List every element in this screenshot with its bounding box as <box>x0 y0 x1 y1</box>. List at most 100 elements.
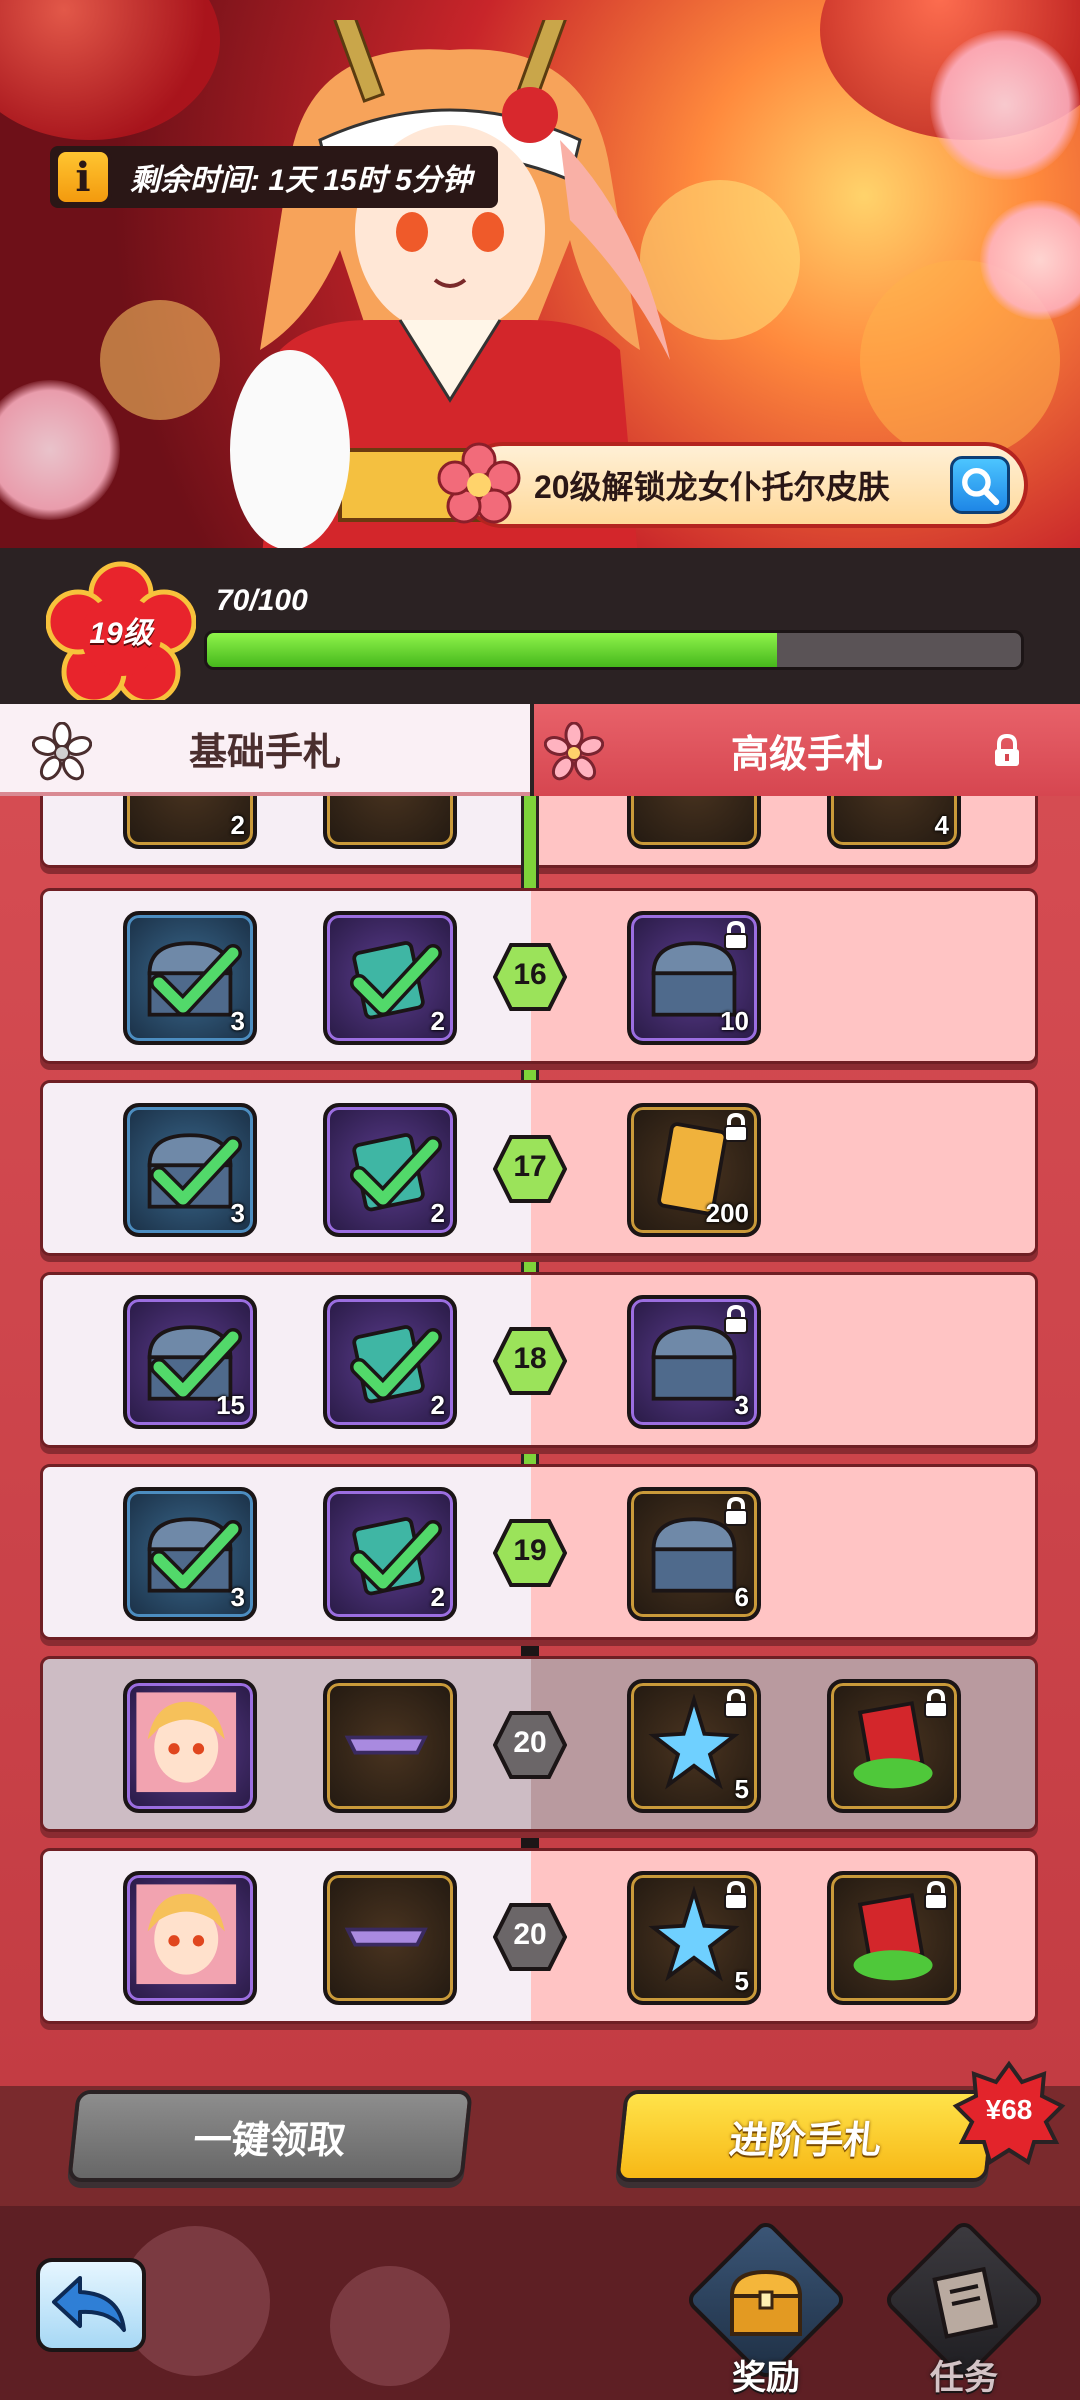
basic-reward-lane <box>43 1275 531 1445</box>
treasure-chest-icon <box>729 2269 803 2336</box>
purple-treasure-chest-icon[interactable]: 10 <box>627 911 761 1045</box>
info-icon[interactable]: i <box>54 148 112 206</box>
claimed-check-icon <box>150 1136 242 1208</box>
tab-basic-journal[interactable]: 基础手札 <box>0 704 530 796</box>
claimed-check-icon <box>150 1520 242 1592</box>
reward-quantity: 5 <box>734 1774 749 1804</box>
reward-quantity: 10 <box>720 1006 749 1036</box>
purple-frame-icon[interactable] <box>323 1871 457 2005</box>
tab-basic-label: 基础手札 <box>188 731 341 774</box>
time-remaining-text: 剩余时间: 1天 15时 5分钟 <box>130 164 472 197</box>
claimed-check-icon <box>350 1520 442 1592</box>
event-hero-banner: i 剩余时间: 1天 15时 5分钟 20级解锁龙女仆托尔皮肤 <box>0 0 1080 560</box>
basic-reward-lane <box>43 1467 531 1637</box>
reward-quantity: 2 <box>430 1198 445 1228</box>
reward-quantity: 2 <box>430 1582 445 1612</box>
gold-treasure-chest-icon[interactable]: 6 <box>627 1487 761 1621</box>
reward-quantity: 3 <box>734 1390 749 1420</box>
teal-ticket-icon[interactable]: 2 <box>323 1295 457 1429</box>
lock-icon <box>724 1689 748 1718</box>
reward-quantity: 15 <box>216 1390 245 1420</box>
back-button[interactable] <box>36 2258 146 2352</box>
claim-all-button[interactable]: 一键领取 <box>67 2090 473 2182</box>
reward-quantity: 200 <box>705 1198 749 1228</box>
lock-icon <box>924 1689 948 1718</box>
partial-basic-reward-icon-2[interactable] <box>323 796 457 849</box>
lock-icon <box>724 1113 748 1142</box>
level-node-label: 19 <box>513 1534 547 1567</box>
nav-rewards[interactable]: 奖励 <box>683 2217 849 2400</box>
level-node-label: 17 <box>513 1150 547 1183</box>
basic-reward-lane <box>43 1083 531 1253</box>
level-node-label: 20 <box>513 1918 547 1951</box>
tohru-avatar-icon[interactable] <box>123 1871 257 2005</box>
partial-premium-reward-icon-2[interactable]: 4 <box>827 796 961 849</box>
level-node-19: 19 <box>492 1518 568 1588</box>
lock-icon <box>724 1497 748 1526</box>
claimed-check-icon <box>350 1136 442 1208</box>
partial-basic-reward-icon[interactable]: 2 <box>123 796 257 849</box>
red-envelope-icon[interactable] <box>827 1679 961 1813</box>
reward-quantity: 3 <box>230 1582 245 1612</box>
level-node-20: 20 <box>492 1710 568 1780</box>
reward-quantity: 2 <box>430 1006 445 1036</box>
teal-ticket-icon[interactable]: 2 <box>323 1103 457 1237</box>
purple-frame-icon[interactable] <box>323 1679 457 1813</box>
claimed-check-icon <box>350 1328 442 1400</box>
red-envelope-icon[interactable] <box>827 1871 961 2005</box>
premium-reward-lane <box>531 1083 1035 1253</box>
lock-icon <box>724 1881 748 1910</box>
premium-reward-lane <box>531 1275 1035 1445</box>
lock-icon <box>724 1305 748 1334</box>
reward-quantity: 2 <box>430 1390 445 1420</box>
claim-all-label: 一键领取 <box>191 2119 348 2162</box>
nav-tasks-label: 任务 <box>930 2359 998 2397</box>
claimed-check-icon <box>150 944 242 1016</box>
reward-quantity: 5 <box>734 1966 749 1996</box>
level-node-16: 16 <box>492 942 568 1012</box>
blue-mystery-chest-icon[interactable]: 3 <box>123 1487 257 1621</box>
teal-ticket-icon[interactable]: 2 <box>323 911 457 1045</box>
tab-premium-journal[interactable]: 高级手札 <box>530 704 1080 796</box>
blue-star-icon[interactable]: 5 <box>627 1679 761 1813</box>
event-timer: i 剩余时间: 1天 15时 5分钟 <box>50 146 498 208</box>
level-node-20: 20 <box>492 1902 568 1972</box>
purple-mystery-chest-icon[interactable]: 15 <box>123 1295 257 1429</box>
blue-star-icon[interactable]: 5 <box>627 1871 761 2005</box>
scroll-icon <box>932 2266 999 2339</box>
pink-flower-icon <box>544 722 604 781</box>
blue-mystery-chest-icon[interactable]: 3 <box>123 1103 257 1237</box>
premium-reward-lane <box>531 891 1035 1061</box>
partial-premium-reward-icon[interactable] <box>627 796 761 849</box>
claimed-check-icon <box>350 944 442 1016</box>
lock-icon <box>724 921 748 950</box>
gold-card-icon[interactable]: 200 <box>627 1103 761 1237</box>
search-icon[interactable] <box>950 456 1010 514</box>
reward-quantity: 3 <box>230 1198 245 1228</box>
xp-text: 70/100 <box>216 584 308 617</box>
price-badge[interactable]: ¥68 <box>952 2060 1066 2166</box>
back-arrow-icon <box>52 2276 126 2332</box>
lock-icon <box>995 734 1019 766</box>
level-node-label: 16 <box>513 958 547 991</box>
nav-tasks[interactable]: 任务 <box>881 2217 1047 2400</box>
tab-premium-label: 高级手札 <box>730 733 883 776</box>
price-label: ¥68 <box>985 2094 1033 2125</box>
level-node-18: 18 <box>492 1326 568 1396</box>
level-node-label: 20 <box>513 1726 547 1759</box>
reward-quantity: 6 <box>734 1582 749 1612</box>
tohru-avatar-icon[interactable] <box>123 1679 257 1813</box>
advance-journal-button[interactable]: 进阶手札 <box>615 2090 997 2182</box>
teal-ticket-icon[interactable]: 2 <box>323 1487 457 1621</box>
xp-progress-fill <box>207 633 777 667</box>
reward-track-list[interactable]: 2 4 3 2 10 16 3 2 200 17 15 2 3 18 3 2 6 19 5 20 5 20 <box>0 796 1080 2086</box>
basic-reward-lane <box>43 891 531 1061</box>
blue-mystery-chest-icon[interactable]: 3 <box>123 911 257 1045</box>
level-node-17: 17 <box>492 1134 568 1204</box>
nav-rewards-label: 奖励 <box>732 2359 800 2397</box>
skin-unlock-banner[interactable]: 20级解锁龙女仆托尔皮肤 <box>437 442 1028 528</box>
advance-journal-label: 进阶手札 <box>727 2119 884 2162</box>
level-label: 19级 <box>89 617 153 650</box>
blue-star-chest-icon[interactable]: 3 <box>627 1295 761 1429</box>
unlock-banner-text: 20级解锁龙女仆托尔皮肤 <box>534 469 890 505</box>
